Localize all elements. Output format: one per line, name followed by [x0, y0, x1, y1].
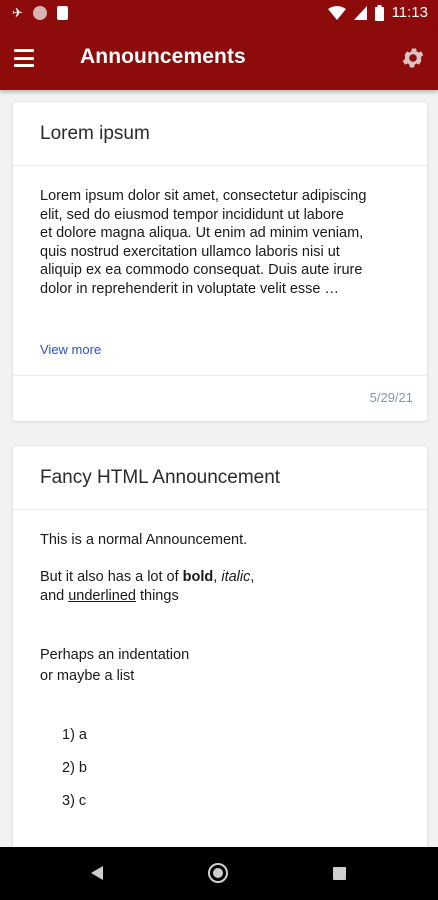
app-bar: Announcements: [0, 28, 438, 90]
hamburger-menu-icon[interactable]: [14, 49, 34, 67]
text-run: ,: [250, 569, 255, 585]
announcement-date: 5/29/21: [369, 390, 413, 405]
announcement-title: Lorem ipsum: [40, 123, 150, 144]
battery-icon: [374, 4, 384, 21]
body-line: Perhaps an indentation: [40, 647, 190, 663]
text-run: and: [40, 587, 69, 604]
announcement-paragraph: But it also has a lot of bold, italic, a…: [40, 568, 410, 605]
announcement-card[interactable]: Fancy HTML Announcement This is a normal…: [12, 445, 428, 847]
announcement-title: Fancy HTML Announcement: [40, 467, 281, 488]
body-line: dolor in reprehenderit in voluptate veli…: [40, 280, 340, 297]
divider: [13, 165, 427, 166]
body-line: or maybe a list: [40, 668, 135, 684]
status-bar: ✈ 11:13: [0, 0, 438, 28]
body-line: quis nostrud exercitation ullamco labori…: [40, 243, 340, 260]
announcement-list[interactable]: Lorem ipsum Lorem ipsum dolor sit amet, …: [0, 90, 438, 847]
announcement-body: Lorem ipsum dolor sit amet, consectetur …: [40, 187, 410, 299]
view-more-link[interactable]: View more: [40, 342, 101, 357]
status-time: 11:13: [391, 4, 428, 21]
text-run: things: [135, 587, 179, 604]
wifi-icon: [327, 5, 346, 20]
body-line: Lorem ipsum dolor sit amet, consectetur …: [40, 188, 367, 204]
body-line: et dolore magna aliqua. Ut enim ad minim…: [40, 225, 364, 242]
system-navigation-bar: [0, 847, 438, 900]
record-notification-icon: [32, 6, 47, 20]
italic-text: italic: [221, 569, 251, 585]
underlined-text: underlined: [68, 587, 136, 604]
bold-text: bold: [182, 569, 214, 585]
divider: [13, 509, 427, 510]
body-line: aliquip ex ea commodo consequat. Duis au…: [40, 262, 363, 279]
gear-icon[interactable]: [400, 45, 426, 71]
list-item: 2) b: [62, 760, 87, 776]
back-icon[interactable]: [91, 866, 103, 880]
list-item: 1) a: [62, 727, 87, 743]
announcement-paragraph: Perhaps an indentation or maybe a list: [40, 645, 410, 687]
sd-card-icon: [56, 6, 68, 20]
text-run: But it also has a lot of: [40, 569, 183, 585]
list-item: 3) c: [62, 793, 87, 809]
status-indicators: 11:13: [327, 4, 428, 21]
home-icon[interactable]: [208, 863, 228, 883]
bird-notification-icon: ✈: [12, 5, 23, 20]
status-notifications: ✈: [12, 6, 68, 20]
page-title: Announcements: [80, 45, 246, 68]
cell-signal-icon: [353, 5, 367, 20]
body-line: elit, sed do eiusmod tempor incididunt u…: [40, 206, 344, 223]
recent-apps-icon[interactable]: [333, 867, 346, 880]
announcement-paragraph: This is a normal Announcement.: [40, 532, 248, 548]
announcement-card[interactable]: Lorem ipsum Lorem ipsum dolor sit amet, …: [12, 101, 428, 422]
divider: [13, 375, 427, 376]
